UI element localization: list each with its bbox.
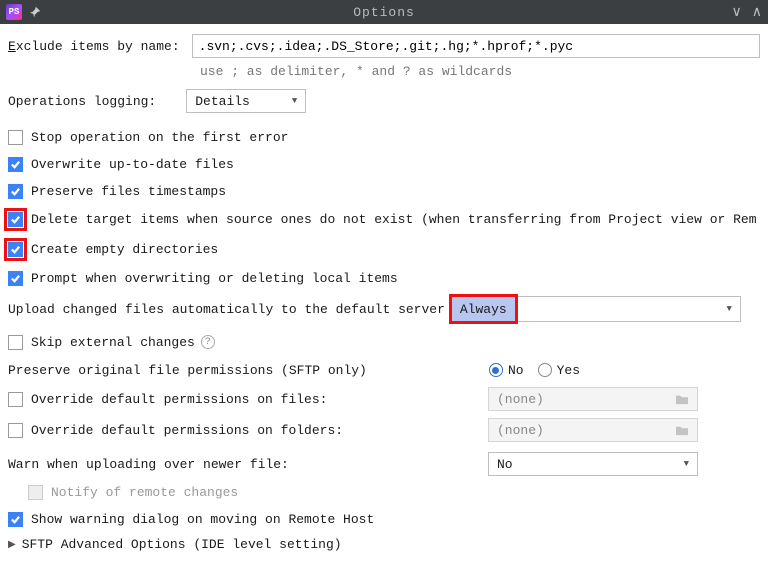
auto-upload-value: Always [449, 294, 518, 324]
help-icon[interactable]: ? [201, 335, 215, 349]
radio-icon [489, 363, 503, 377]
show-warning-move-checkbox[interactable] [8, 512, 23, 527]
chevron-down-icon: ▼ [726, 304, 731, 314]
highlight-box [4, 238, 27, 261]
chevron-down-icon: ▼ [684, 459, 689, 469]
warn-newer-label: Warn when uploading over newer file: [8, 457, 289, 472]
perm-value: (none) [497, 423, 544, 438]
files-permission-select: (none) [488, 387, 698, 411]
folder-icon [675, 424, 689, 436]
perm-value: (none) [497, 392, 544, 407]
logging-value: Details [195, 94, 250, 109]
sftp-advanced-label: SFTP Advanced Options (IDE level setting… [22, 537, 342, 552]
override-files-label: Override default permissions on files: [31, 392, 327, 407]
chevron-down-icon: ▼ [292, 96, 297, 106]
notify-remote-label: Notify of remote changes [51, 485, 238, 500]
auto-upload-select[interactable]: Always ▼ [451, 296, 741, 322]
create-empty-label: Create empty directories [31, 242, 218, 257]
preserve-perm-yes-radio[interactable]: Yes [538, 363, 580, 378]
override-folders-checkbox[interactable] [8, 423, 23, 438]
skip-external-checkbox[interactable] [8, 335, 23, 350]
delete-target-label: Delete target items when source ones do … [31, 212, 757, 227]
collapse-up-icon[interactable]: ∧ [752, 4, 762, 21]
skip-external-label: Skip external changes [31, 335, 195, 350]
window-title: Options [353, 5, 415, 20]
notify-remote-checkbox [28, 485, 43, 500]
stop-first-error-checkbox[interactable] [8, 130, 23, 145]
highlight-box [4, 208, 27, 231]
show-warning-move-label: Show warning dialog on moving on Remote … [31, 512, 374, 527]
exclude-label: Exclude items by name: [8, 39, 180, 54]
override-files-checkbox[interactable] [8, 392, 23, 407]
pin-icon[interactable] [28, 5, 42, 19]
prompt-overwrite-checkbox[interactable] [8, 271, 23, 286]
delete-target-checkbox[interactable] [8, 212, 23, 227]
overwrite-uptodate-label: Overwrite up-to-date files [31, 157, 234, 172]
logging-label: Operations logging: [8, 94, 156, 109]
warn-newer-select[interactable]: No ▼ [488, 452, 698, 476]
preserve-perm-label: Preserve original file permissions (SFTP… [8, 363, 367, 378]
options-panel: Exclude items by name: use ; as delimite… [0, 24, 768, 562]
chevron-right-icon: ▶ [8, 539, 16, 551]
overwrite-uptodate-checkbox[interactable] [8, 157, 23, 172]
auto-upload-label: Upload changed files automatically to th… [8, 302, 445, 317]
prompt-overwrite-label: Prompt when overwriting or deleting loca… [31, 271, 398, 286]
preserve-timestamps-label: Preserve files timestamps [31, 184, 226, 199]
override-folders-label: Override default permissions on folders: [31, 423, 343, 438]
folder-icon [675, 393, 689, 405]
radio-label: No [508, 363, 524, 378]
create-empty-checkbox[interactable] [8, 242, 23, 257]
titlebar: PS Options ∨ ∧ [0, 0, 768, 24]
radio-icon [538, 363, 552, 377]
sftp-advanced-expander[interactable]: ▶ SFTP Advanced Options (IDE level setti… [8, 537, 760, 552]
logging-select[interactable]: Details ▼ [186, 89, 306, 113]
warn-newer-value: No [497, 457, 513, 472]
folders-permission-select: (none) [488, 418, 698, 442]
exclude-hint: use ; as delimiter, * and ? as wildcards [200, 64, 760, 79]
collapse-down-icon[interactable]: ∨ [732, 4, 742, 21]
preserve-timestamps-checkbox[interactable] [8, 184, 23, 199]
stop-first-error-label: Stop operation on the first error [31, 130, 288, 145]
exclude-input[interactable] [192, 34, 760, 58]
preserve-perm-no-radio[interactable]: No [489, 363, 524, 378]
app-icon: PS [6, 4, 22, 20]
preserve-perm-radio-group: No Yes [489, 363, 580, 378]
radio-label: Yes [557, 363, 580, 378]
